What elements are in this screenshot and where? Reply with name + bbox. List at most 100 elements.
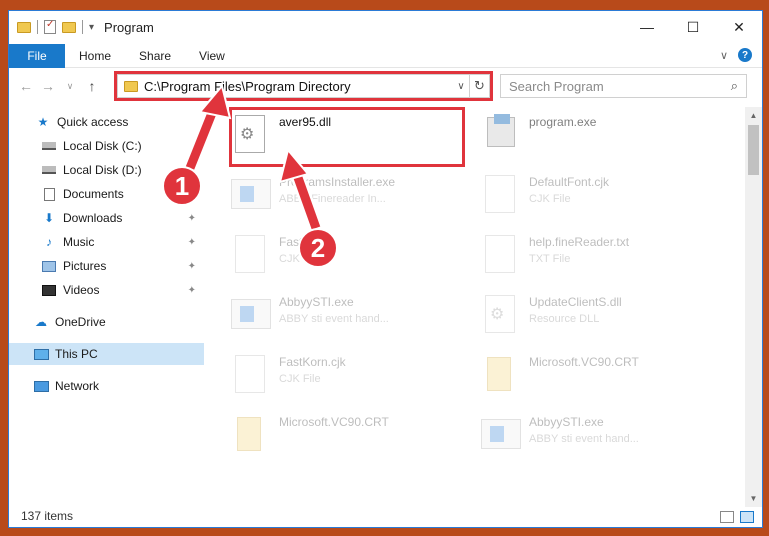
forward-button[interactable]: → (37, 78, 59, 94)
file-item-program-exe[interactable]: program.exe (481, 111, 721, 167)
computer-icon (33, 348, 49, 360)
quick-access-toolbar: ▾ (17, 19, 94, 34)
sidebar-item-label: Local Disk (D:) (63, 163, 142, 177)
sidebar-item-this-pc[interactable]: This PC (9, 343, 204, 365)
navigation-bar: ← → ∨ ↑ C:\Program Files\Program Directo… (9, 71, 762, 101)
file-type: CJK File (529, 193, 571, 205)
file-icon (235, 235, 265, 273)
file-type: Resource DLL (529, 313, 600, 325)
sidebar-item-pictures[interactable]: Pictures ✦ (41, 255, 204, 277)
tab-view[interactable]: View (185, 49, 239, 63)
window-title: Program (104, 19, 154, 35)
expand-ribbon-icon[interactable]: ∨ (720, 49, 728, 62)
tab-share[interactable]: Share (125, 49, 185, 63)
sidebar-item-label: Network (55, 379, 100, 393)
back-button[interactable]: ← (15, 78, 37, 94)
maximize-button[interactable]: ☐ (670, 11, 716, 43)
sidebar-item-label: OneDrive (55, 315, 106, 329)
file-name: ProgramsInstaller.exe (279, 175, 396, 189)
file-item[interactable]: AbbyySTI.exe ABBY sti event hand... (481, 411, 721, 467)
search-input[interactable]: Search Program ⌕ (500, 74, 747, 98)
file-name: Microsoft.VC90.CRT (279, 415, 389, 429)
application-icon (231, 179, 271, 209)
search-icon: ⌕ (730, 78, 738, 93)
file-icon (235, 355, 265, 393)
file-name: AbbyySTI.exe (529, 415, 604, 429)
installer-icon (487, 114, 515, 147)
customize-toolbar-icon[interactable]: ▾ (89, 22, 94, 33)
file-name: Microsoft.VC90.CRT (529, 355, 639, 369)
step-2-badge: 2 (298, 228, 338, 268)
sidebar-item-downloads[interactable]: ⬇ Downloads ✦ (41, 207, 204, 229)
close-button[interactable]: ✕ (716, 11, 762, 43)
cloud-icon: ☁ (35, 315, 47, 329)
pictures-icon (42, 260, 56, 272)
file-item[interactable]: help.fineReader.txt TXT File (481, 231, 721, 287)
scroll-up-icon[interactable]: ▲ (745, 107, 762, 124)
pin-icon[interactable]: ✦ (188, 213, 196, 224)
sidebar-item-label: Videos (63, 283, 100, 297)
file-item[interactable]: AbbyySTI.exe ABBY sti event hand... (231, 291, 471, 347)
sidebar-item-label: This PC (55, 347, 98, 361)
download-icon: ⬇ (43, 211, 55, 225)
sidebar-item-music[interactable]: ♪ Music ✦ (41, 231, 204, 253)
properties-icon[interactable] (44, 19, 56, 34)
folder-icon (487, 357, 511, 391)
file-item[interactable]: Microsoft.VC90.CRT (481, 351, 721, 407)
sidebar-item-quick-access[interactable]: ★ Quick access (35, 111, 204, 133)
help-icon[interactable]: ? (738, 48, 752, 62)
scroll-thumb[interactable] (748, 125, 759, 175)
sidebar-item-label: Local Disk (C:) (63, 139, 142, 153)
sidebar-item-label: Documents (63, 187, 124, 201)
sidebar-item-onedrive[interactable]: ☁ OneDrive (33, 311, 204, 333)
file-type: CJK File (279, 373, 321, 385)
pin-icon[interactable]: ✦ (188, 285, 196, 296)
file-item[interactable]: DefaultFont.cjk CJK File (481, 171, 721, 227)
file-type: TXT File (529, 253, 571, 265)
file-type: ABBY Finereader In... (279, 193, 386, 205)
item-count: 137 items (21, 509, 74, 523)
pin-icon[interactable]: ✦ (188, 261, 196, 272)
file-item[interactable]: Microsoft.VC90.CRT (231, 411, 471, 467)
file-icon (485, 235, 515, 273)
tab-file[interactable]: File (9, 43, 65, 68)
explorer-window: ▾ Program — ☐ ✕ File Home Share View ∨ ?… (8, 10, 763, 528)
file-list: aver95.dll program.exe ProgramsInstaller… (209, 107, 739, 507)
file-name: DefaultFont.cjk (529, 175, 610, 189)
file-item[interactable]: FastBlock CJK (231, 231, 471, 287)
sidebar-item-local-disk-c[interactable]: Local Disk (C:) (41, 135, 204, 157)
file-name: FastKorn.cjk (279, 355, 346, 369)
file-highlight-box (229, 107, 465, 167)
application-icon (231, 299, 271, 329)
sidebar-item-videos[interactable]: Videos ✦ (41, 279, 204, 301)
file-name: AbbyySTI.exe (279, 295, 354, 309)
pin-icon[interactable]: ✦ (188, 237, 196, 248)
large-icons-view-icon[interactable] (740, 511, 754, 523)
videos-icon (42, 284, 56, 296)
details-view-icon[interactable] (720, 511, 734, 523)
file-name: UpdateClientS.dll (529, 295, 622, 309)
sidebar-item-label: Music (63, 235, 95, 249)
vertical-scrollbar[interactable]: ▲ ▼ (745, 107, 762, 507)
sidebar-item-label: Downloads (63, 211, 123, 225)
file-item[interactable]: UpdateClientS.dll Resource DLL (481, 291, 721, 347)
network-icon (33, 380, 49, 392)
drive-icon (42, 142, 56, 150)
title-bar: ▾ Program — ☐ ✕ (9, 11, 762, 43)
file-item[interactable]: FastKorn.cjk CJK File (231, 351, 471, 407)
tab-home[interactable]: Home (65, 49, 125, 63)
drive-icon (42, 166, 56, 174)
recent-locations-button[interactable]: ∨ (59, 81, 81, 92)
file-item[interactable]: ProgramsInstaller.exe ABBY Finereader In… (231, 171, 471, 227)
documents-icon (43, 187, 55, 201)
up-button[interactable]: ↑ (81, 78, 103, 94)
minimize-button[interactable]: — (624, 11, 670, 43)
status-bar: 137 items (9, 505, 762, 527)
folder-icon[interactable] (17, 21, 31, 33)
new-folder-icon[interactable] (62, 21, 76, 33)
step-1-badge: 1 (162, 166, 202, 206)
dll-file-icon (485, 295, 515, 333)
sidebar-item-network[interactable]: Network (33, 375, 204, 397)
window-controls: — ☐ ✕ (624, 11, 762, 43)
file-type: ABBY sti event hand... (529, 433, 639, 445)
